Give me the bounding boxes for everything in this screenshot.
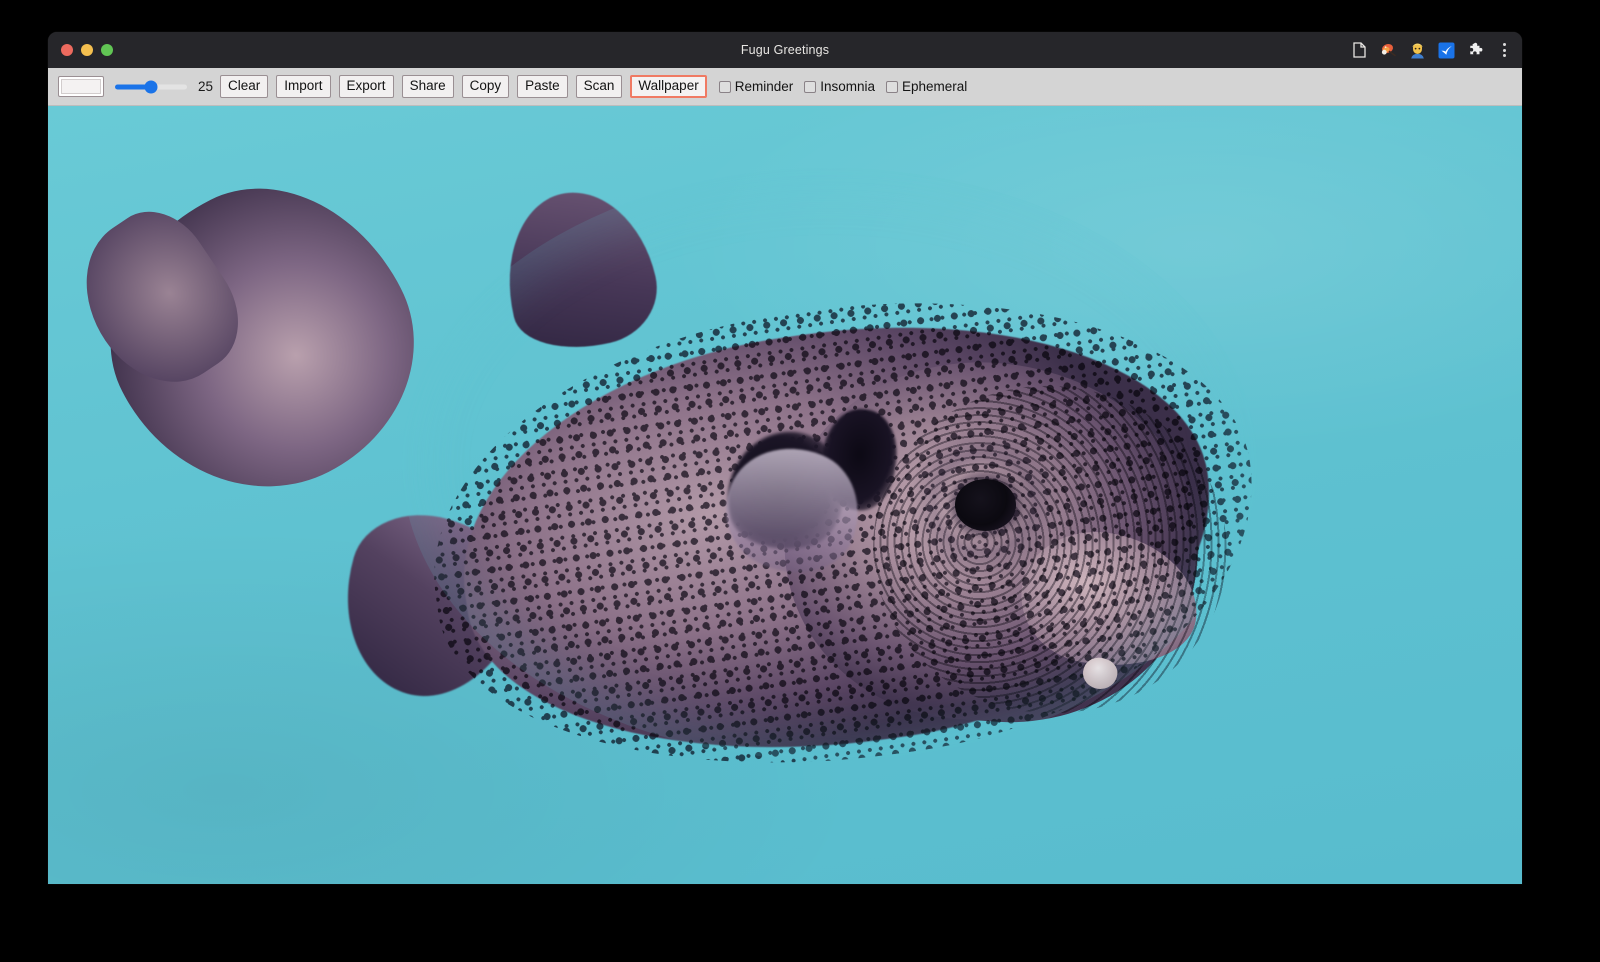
export-button[interactable]: Export [339, 75, 394, 98]
app-toolbar: 25 Clear Import Export Share Copy Paste … [48, 68, 1522, 106]
pufferfish-photo [48, 106, 1522, 884]
reminder-checkbox-label: Reminder [735, 79, 794, 95]
slider-value-label: 25 [196, 79, 213, 94]
file-handling-icon[interactable] [1349, 40, 1369, 60]
color-picker-input[interactable] [58, 76, 104, 97]
fish-eye [955, 479, 1017, 530]
drawing-canvas[interactable] [48, 106, 1522, 884]
copy-button[interactable]: Copy [462, 75, 510, 98]
slider-thumb[interactable] [145, 80, 158, 93]
fish-dorsal-fin [489, 177, 668, 362]
profile-avatar-icon[interactable] [1407, 40, 1427, 60]
maximize-window-button[interactable] [101, 44, 113, 56]
ephemeral-checkbox-label: Ephemeral [902, 79, 967, 95]
ephemeral-checkbox[interactable]: Ephemeral [886, 79, 967, 95]
window-title: Fugu Greetings [48, 43, 1522, 57]
insomnia-checkbox[interactable]: Insomnia [804, 79, 875, 95]
browser-window: Fugu Greetings [48, 32, 1522, 884]
reminder-checkbox[interactable]: Reminder [719, 79, 794, 95]
more-options-menu-button[interactable] [1496, 40, 1512, 60]
pufferfish-illustration [48, 106, 1522, 884]
window-titlebar: Fugu Greetings [48, 32, 1522, 68]
insomnia-checkbox-box[interactable] [804, 81, 816, 93]
scan-button[interactable]: Scan [576, 75, 623, 98]
wallpaper-button[interactable]: Wallpaper [630, 75, 706, 98]
clear-button[interactable]: Clear [220, 75, 268, 98]
screen: Fugu Greetings [0, 0, 1600, 962]
share-button[interactable]: Share [402, 75, 454, 98]
insomnia-checkbox-label: Insomnia [820, 79, 875, 95]
line-width-slider[interactable] [115, 77, 187, 97]
sync-status-icon[interactable] [1436, 40, 1456, 60]
paste-button[interactable]: Paste [517, 75, 568, 98]
toggle-group: Reminder Insomnia Ephemeral [719, 79, 979, 95]
ephemeral-checkbox-box[interactable] [886, 81, 898, 93]
close-window-button[interactable] [61, 44, 73, 56]
import-button[interactable]: Import [276, 75, 330, 98]
color-picker-swatch [61, 79, 101, 94]
extension-palette-icon[interactable] [1378, 40, 1398, 60]
extensions-puzzle-icon[interactable] [1465, 40, 1485, 60]
minimize-window-button[interactable] [81, 44, 93, 56]
reminder-checkbox-box[interactable] [719, 81, 731, 93]
titlebar-actions [1349, 32, 1512, 68]
window-controls [48, 44, 113, 56]
